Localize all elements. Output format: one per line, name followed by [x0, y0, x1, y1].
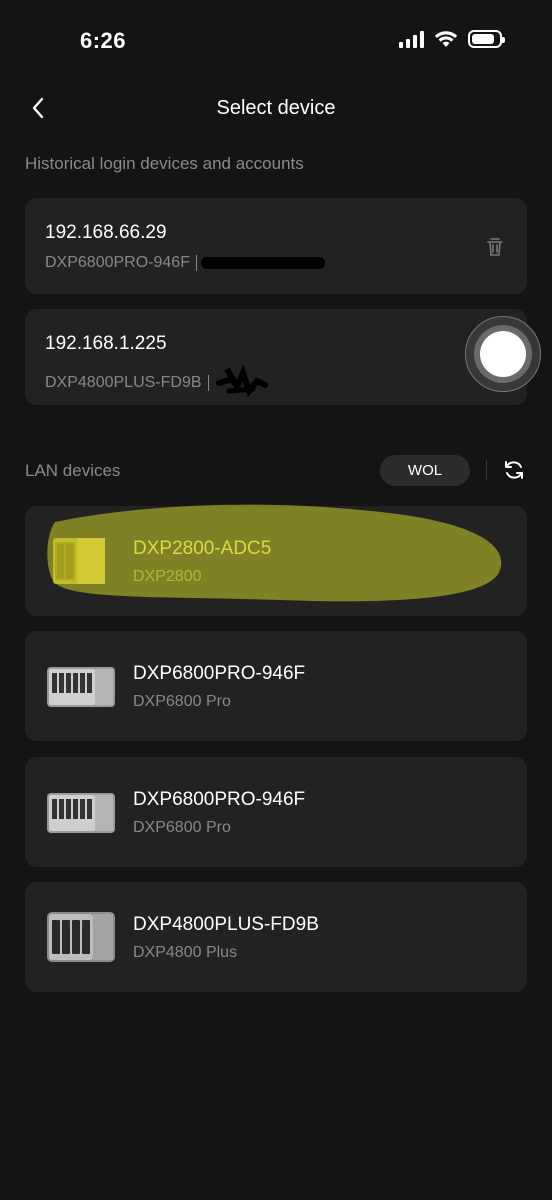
- wifi-icon: [434, 31, 458, 47]
- battery-level: [472, 34, 495, 44]
- history-device-name: DXP6800PRO-946F: [45, 254, 190, 271]
- lan-device-name: DXP6800PRO-946F: [133, 663, 306, 684]
- trash-icon[interactable]: [485, 236, 505, 258]
- lan-device-name: DXP6800PRO-946F: [133, 789, 306, 810]
- status-time: 6:26: [80, 28, 127, 53]
- history-device: DXP4800PLUS-FD9B: [45, 364, 273, 401]
- nas-6bay-silver-icon: [47, 667, 115, 707]
- nas-6bay-silver-icon: [47, 793, 115, 833]
- status-bar: 6:26: [0, 0, 552, 84]
- lan-device-name: DXP2800-ADC5: [133, 538, 272, 559]
- refresh-icon[interactable]: [503, 459, 525, 481]
- status-icons: [399, 30, 505, 48]
- history-section-label: Historical login devices and accounts: [25, 154, 304, 173]
- lan-device-item[interactable]: DXP6800PRO-946F DXP6800 Pro: [25, 631, 527, 741]
- redacted-account: [200, 257, 325, 269]
- cellular-signal-icon: [399, 30, 424, 48]
- page-title: Select device: [216, 97, 336, 119]
- lan-device-model: DXP6800 Pro: [133, 819, 231, 836]
- lan-section-label: LAN devices: [25, 461, 121, 480]
- lan-device-item[interactable]: DXP6800PRO-946F DXP6800 Pro: [25, 757, 527, 867]
- separator: [207, 375, 209, 391]
- separator: [195, 255, 197, 271]
- nav-bar: Select device: [0, 84, 552, 132]
- wol-button[interactable]: WOL: [380, 455, 470, 486]
- history-device-name: DXP4800PLUS-FD9B: [45, 374, 202, 391]
- history-item[interactable]: 192.168.66.29 DXP6800PRO-946F: [25, 198, 527, 294]
- lan-device-model: DXP6800 Pro: [133, 693, 231, 710]
- assistive-touch-ring: [474, 325, 532, 383]
- history-device: DXP6800PRO-946F: [45, 254, 325, 272]
- nas-2bay-gold-icon: [53, 538, 105, 584]
- assistive-touch-button[interactable]: [465, 316, 541, 392]
- redacted-account: [215, 364, 268, 398]
- history-ip: 192.168.66.29: [45, 222, 167, 243]
- lan-device-item[interactable]: DXP4800PLUS-FD9B DXP4800 Plus: [25, 882, 527, 992]
- history-ip: 192.168.1.225: [45, 333, 167, 354]
- battery-icon: [468, 30, 505, 48]
- divider: [486, 460, 487, 480]
- lan-device-model: DXP2800: [133, 568, 202, 585]
- lan-device-model: DXP4800 Plus: [133, 944, 238, 961]
- assistive-touch-dot: [480, 331, 526, 377]
- lan-device-item[interactable]: DXP2800-ADC5 DXP2800: [25, 506, 527, 616]
- nas-4bay-grey-icon: [47, 912, 115, 962]
- lan-device-name: DXP4800PLUS-FD9B: [133, 914, 319, 935]
- history-item[interactable]: 192.168.1.225 DXP4800PLUS-FD9B: [25, 309, 527, 405]
